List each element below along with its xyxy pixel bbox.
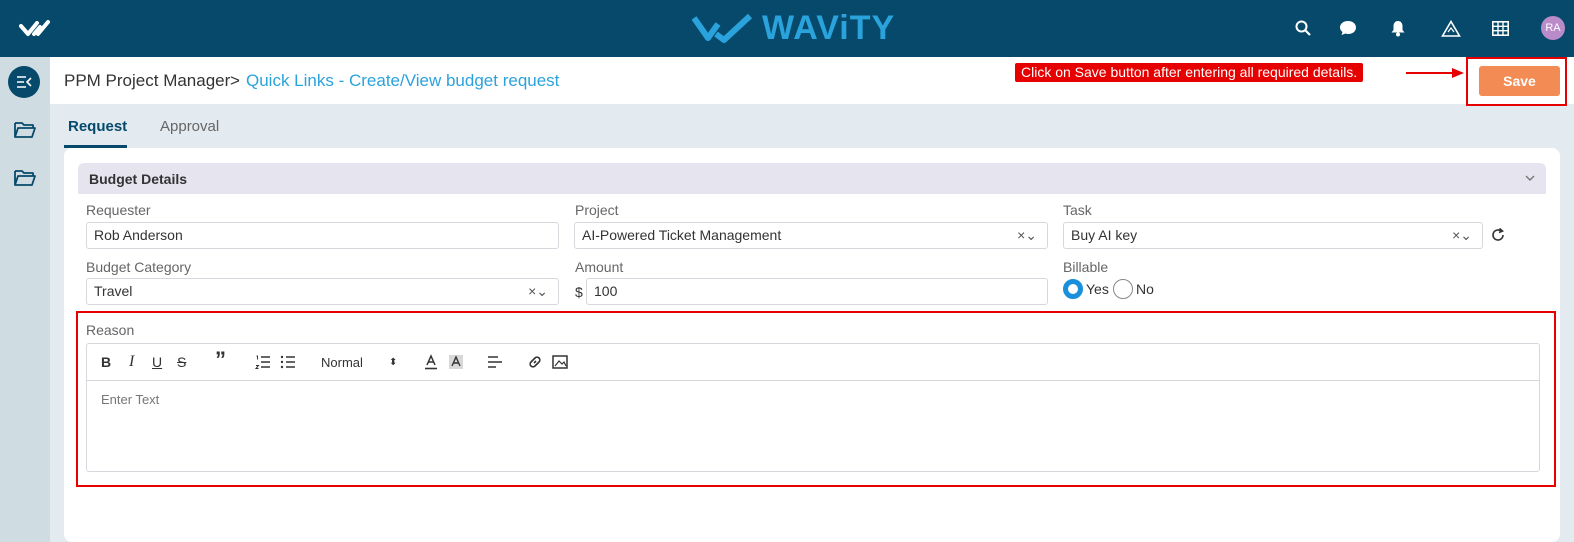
amount-field[interactable]: 100 (586, 278, 1048, 305)
currency-symbol: $ (575, 284, 583, 300)
billable-no-label: No (1136, 281, 1154, 297)
menu-collapse-icon (17, 76, 32, 88)
task-value: Buy AI key (1071, 227, 1138, 243)
clear-dropdown-controls[interactable]: ×⌄ (528, 279, 548, 304)
user-avatar[interactable]: RA (1541, 16, 1565, 40)
folder-open-icon[interactable] (13, 168, 37, 188)
bullet-list-icon[interactable] (280, 353, 296, 371)
save-button[interactable]: Save (1479, 66, 1560, 96)
reason-label: Reason (86, 322, 135, 338)
editor-toolbar: B I U S ” Normal ⬍ (87, 344, 1539, 381)
alert-triangle-icon[interactable] (1439, 16, 1463, 40)
budget-category-label: Budget Category (86, 259, 192, 275)
refresh-icon[interactable] (1490, 227, 1506, 243)
reason-text-area[interactable]: Enter Text (101, 392, 159, 407)
budget-category-value: Travel (94, 283, 133, 299)
strikethrough-button[interactable]: S (177, 353, 186, 371)
ordered-list-icon[interactable] (255, 353, 271, 371)
text-size-select[interactable]: Normal (321, 353, 363, 371)
task-select[interactable]: Buy AI key ×⌄ (1063, 222, 1483, 249)
folder-open-icon[interactable] (13, 120, 37, 140)
italic-button[interactable]: I (129, 353, 134, 371)
align-left-icon[interactable] (487, 353, 503, 371)
image-icon[interactable] (552, 353, 568, 371)
billable-yes-label: Yes (1086, 281, 1109, 297)
breadcrumb-separator: > (230, 71, 240, 90)
requester-label: Requester (86, 202, 151, 218)
project-select[interactable]: AI-Powered Ticket Management ×⌄ (574, 222, 1048, 249)
clear-dropdown-controls[interactable]: ×⌄ (1017, 223, 1037, 248)
budget-details-header[interactable]: Budget Details (78, 163, 1546, 194)
sidebar-collapse-button[interactable] (8, 66, 40, 98)
project-value: AI-Powered Ticket Management (582, 227, 782, 243)
task-label: Task (1063, 202, 1092, 218)
home-logo-icon[interactable] (18, 14, 60, 42)
billable-label: Billable (1063, 259, 1109, 275)
project-label: Project (575, 202, 619, 218)
chevron-down-icon[interactable] (1524, 172, 1536, 184)
annotation-arrow-icon (1406, 68, 1464, 78)
search-icon[interactable] (1291, 16, 1315, 40)
clear-dropdown-controls[interactable]: ×⌄ (1452, 223, 1472, 248)
grid-icon[interactable] (1488, 16, 1512, 40)
brand-mark-icon (692, 13, 753, 43)
background-color-icon[interactable] (448, 353, 464, 371)
breadcrumb-root[interactable]: PPM Project Manager (64, 71, 230, 91)
underline-button[interactable]: U (152, 353, 162, 371)
blockquote-button[interactable]: ” (215, 347, 226, 372)
brand-logo: WAViTY (692, 6, 895, 50)
billable-no-radio[interactable] (1113, 279, 1133, 299)
amount-label: Amount (575, 259, 624, 275)
annotation-callout: Click on Save button after entering all … (1015, 63, 1364, 82)
budget-category-select[interactable]: Travel ×⌄ (86, 278, 559, 305)
top-bar: WAViTY RA (0, 0, 1574, 57)
reason-editor: B I U S ” Normal ⬍ Enter Text (86, 343, 1540, 472)
text-color-icon[interactable] (423, 353, 439, 371)
requester-field[interactable]: Rob Anderson (86, 222, 559, 249)
brand-name: WAViTY (762, 8, 896, 47)
link-icon[interactable] (527, 353, 543, 371)
chat-icon[interactable] (1336, 16, 1360, 40)
section-title: Budget Details (89, 171, 188, 187)
tab-approval[interactable]: Approval (160, 118, 219, 135)
bold-button[interactable]: B (101, 353, 111, 371)
text-size-chevrons-icon[interactable]: ⬍ (389, 353, 397, 371)
tab-request[interactable]: Request (68, 118, 127, 135)
bell-icon[interactable] (1386, 16, 1410, 40)
billable-yes-radio[interactable] (1063, 279, 1083, 299)
breadcrumb-current[interactable]: Quick Links - Create/View budget request (246, 71, 559, 91)
